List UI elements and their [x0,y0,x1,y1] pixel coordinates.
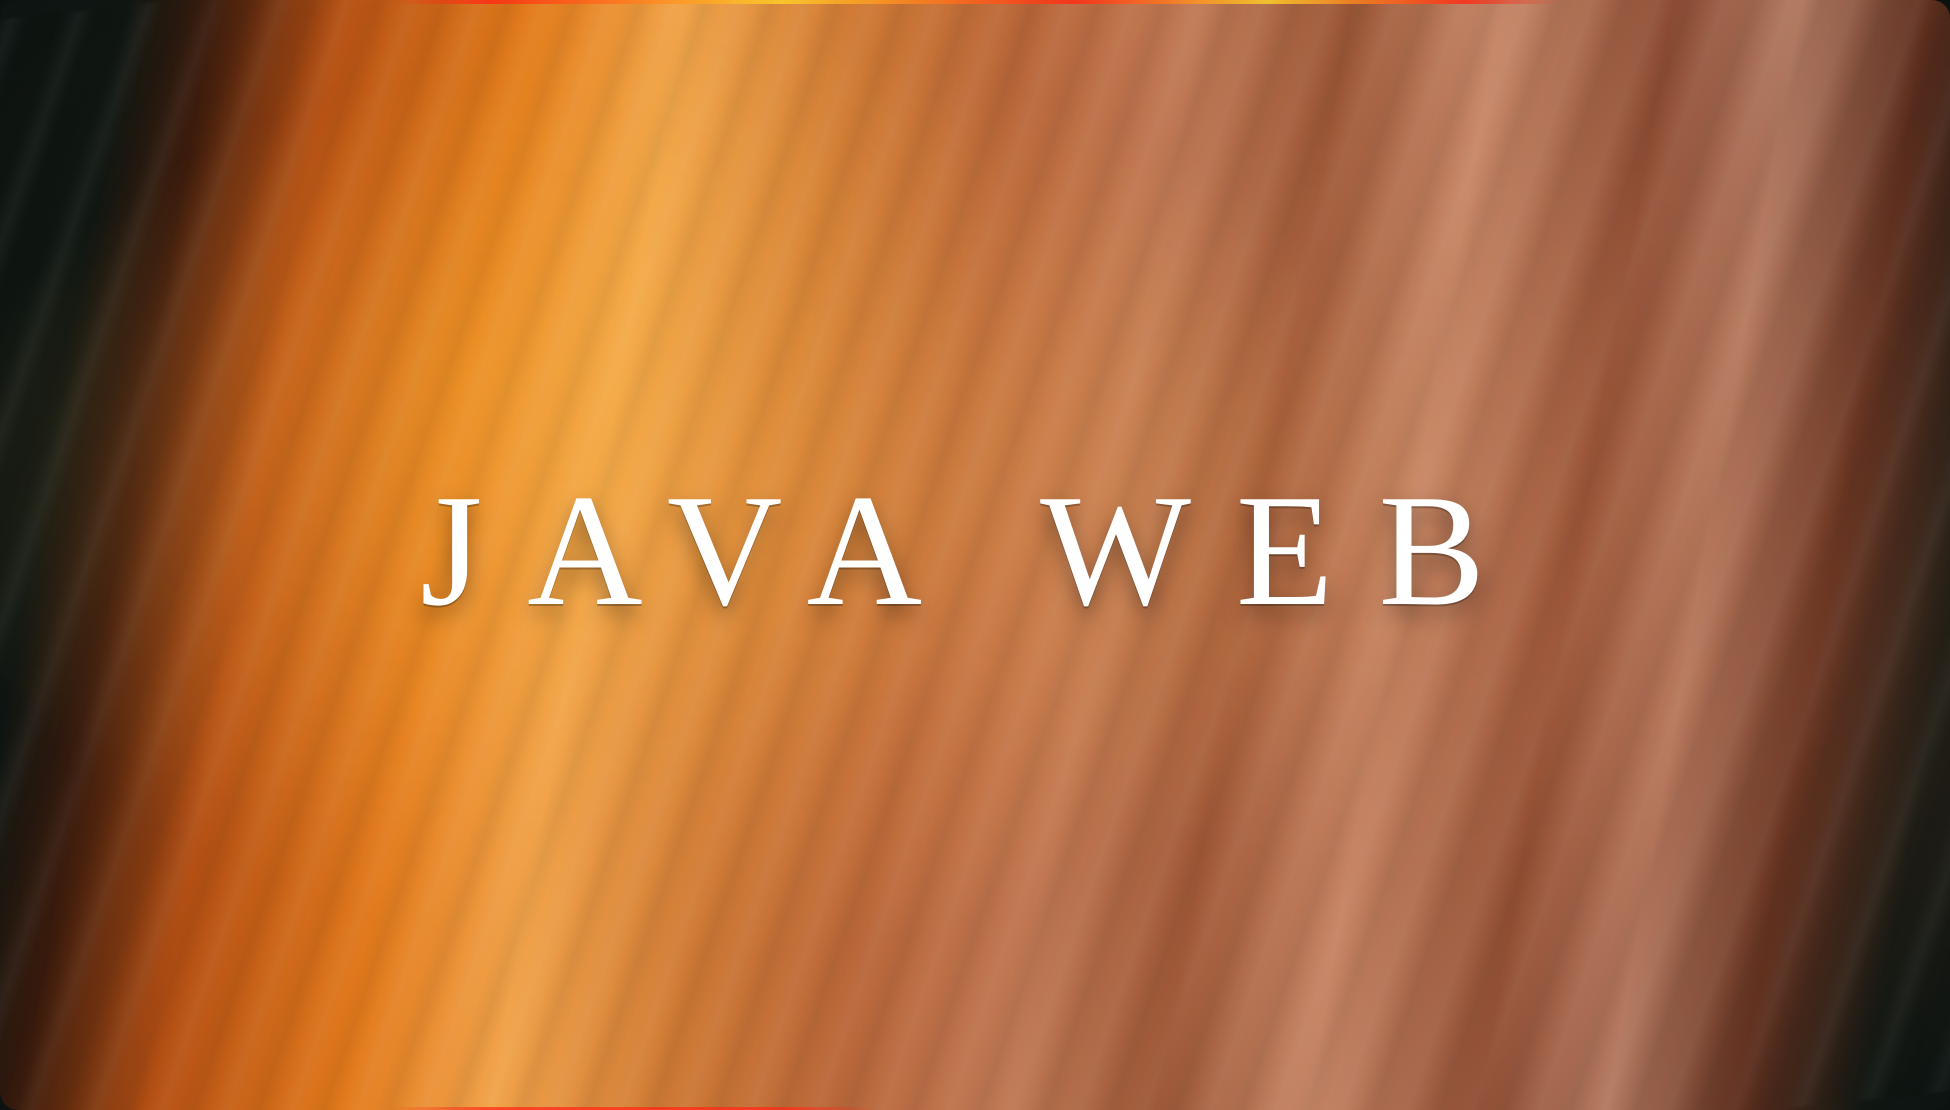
top-color-strip [0,0,1950,4]
slide-title: JAVA WEB [420,461,1530,639]
slide-canvas: JAVA WEB [0,0,1950,1110]
